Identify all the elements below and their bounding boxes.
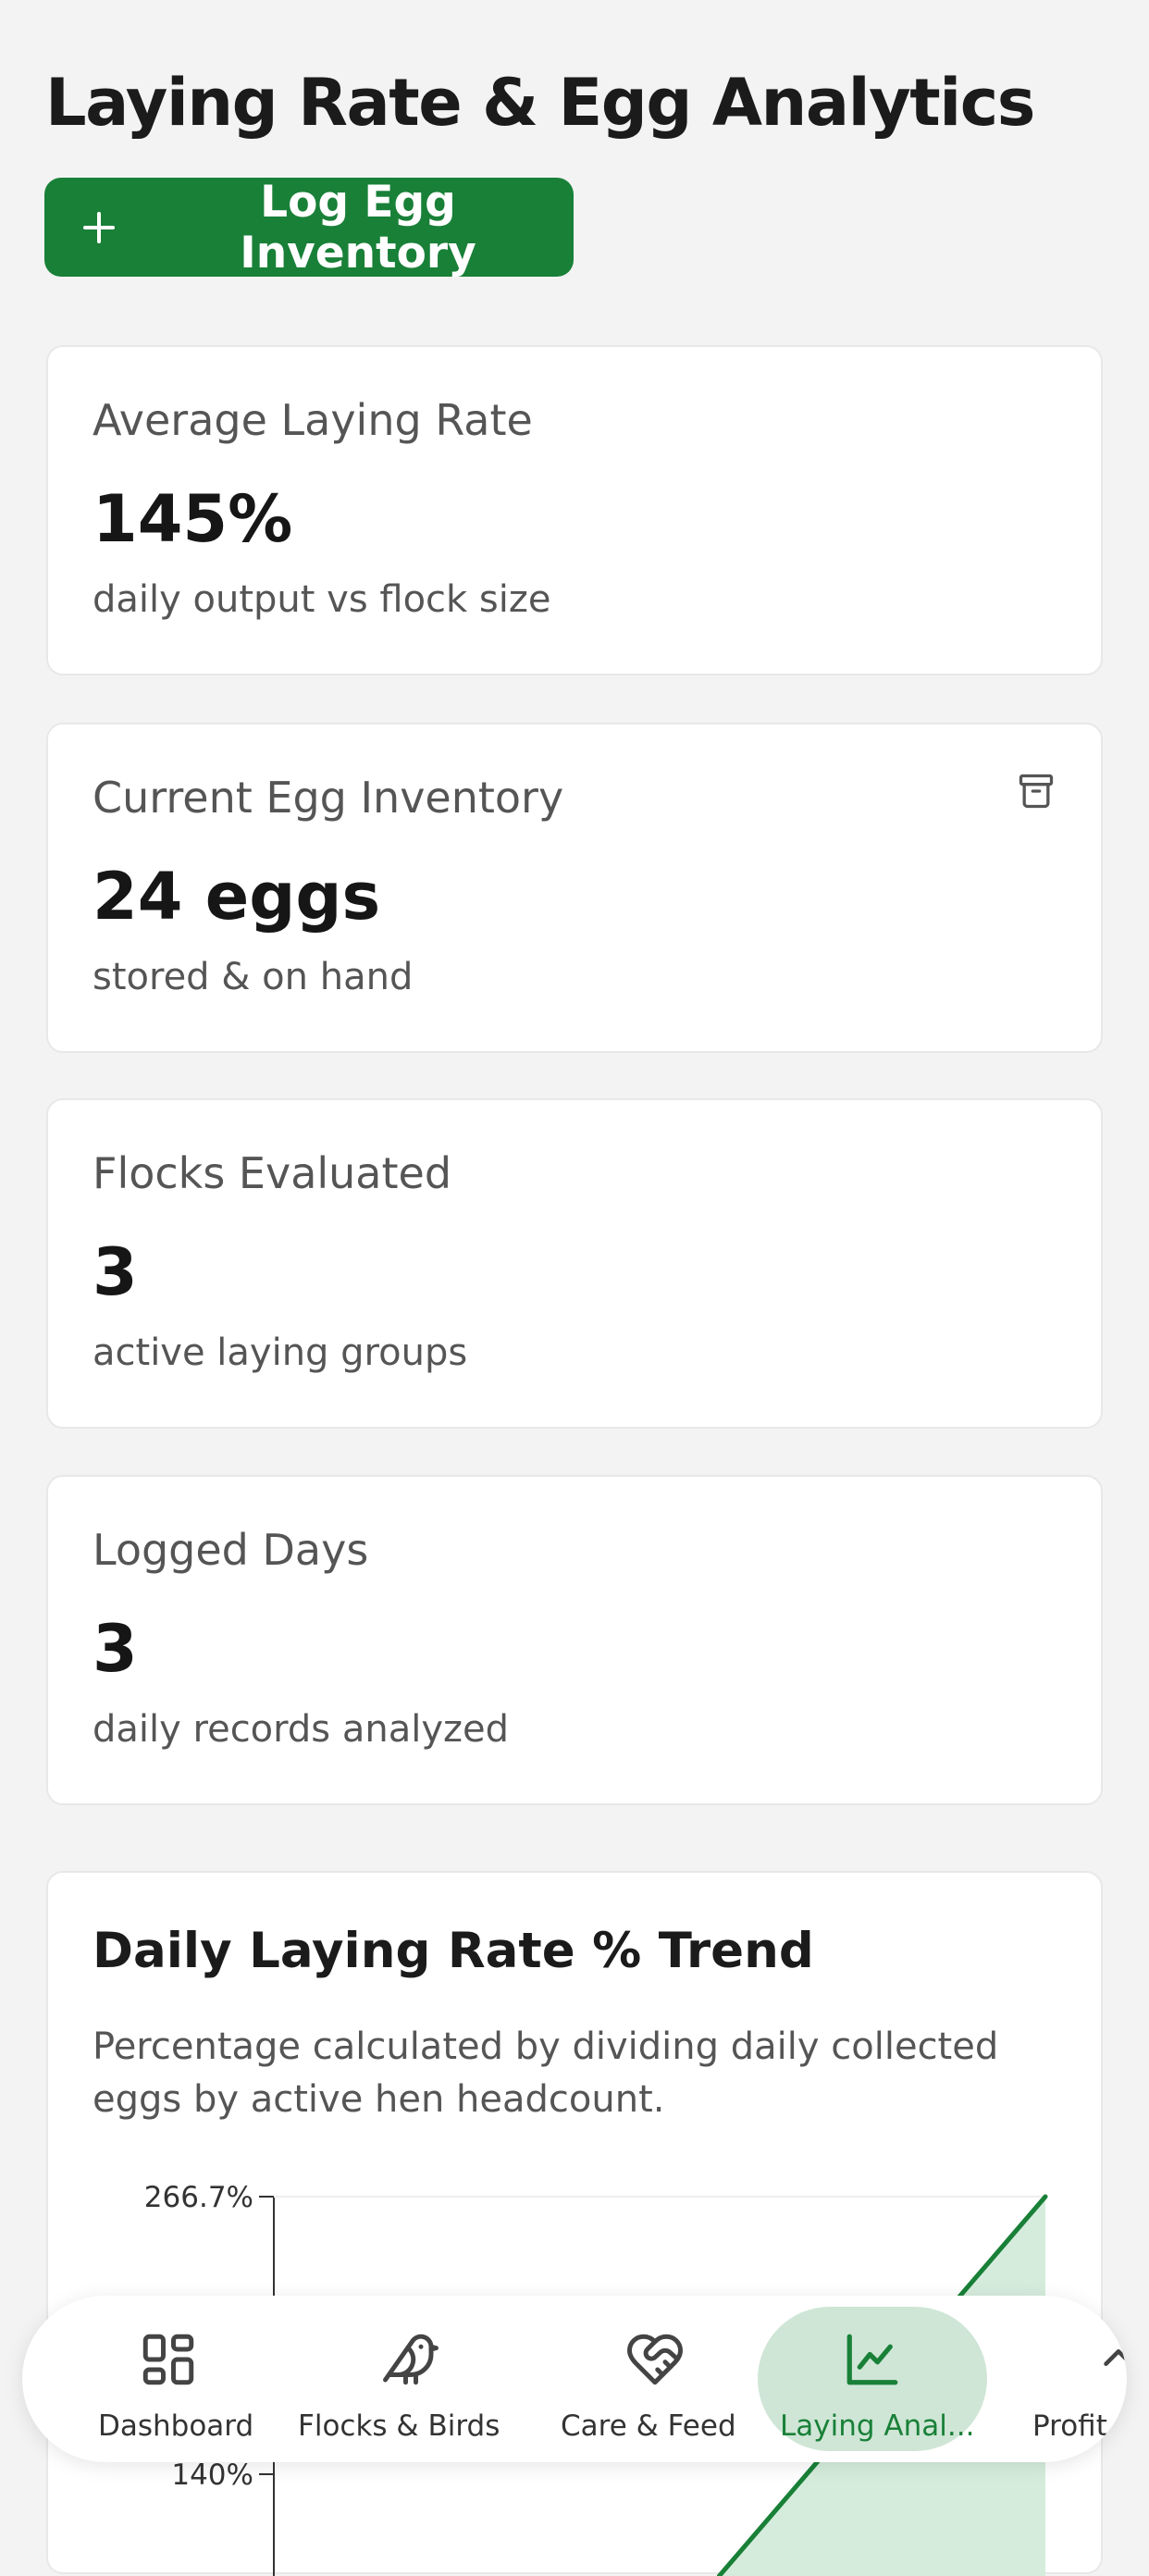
page-title: Laying Rate & Egg Analytics	[45, 65, 1035, 141]
stat-label: Average Laying Rate	[93, 395, 533, 445]
y-tick-label: 266.7%	[144, 2181, 253, 2214]
nav-item-profit[interactable]: Profit	[1003, 2307, 1127, 2451]
stat-subtitle: daily output vs flock size	[93, 578, 551, 621]
nav-item-flocks-birds[interactable]: Flocks & Birds	[287, 2307, 535, 2451]
stat-value: 3	[93, 1611, 138, 1687]
nav-label: Profit	[1032, 2409, 1107, 2443]
current-egg-inventory-card: Current Egg Inventory 24 eggs stored & o…	[46, 723, 1103, 1053]
stat-label: Flocks Evaluated	[93, 1148, 452, 1198]
bird-icon	[383, 2334, 439, 2385]
chevron-up-icon	[1104, 2349, 1127, 2366]
nav-item-dashboard[interactable]: Dashboard	[63, 2307, 274, 2451]
archive-icon	[1019, 774, 1054, 809]
laying-rate-trend-card: Daily Laying Rate % Trend Percentage cal…	[46, 1871, 1103, 2576]
stat-value: 145%	[93, 481, 293, 557]
heart-handshake-icon	[627, 2334, 683, 2385]
stat-label: Current Egg Inventory	[93, 773, 564, 823]
nav-label: Care & Feed	[561, 2409, 736, 2443]
nav-label: Laying Anal...	[780, 2409, 975, 2443]
nav-item-care-feed[interactable]: Care & Feed	[551, 2307, 759, 2451]
line-chart-icon	[846, 2334, 898, 2385]
flocks-evaluated-card: Flocks Evaluated 3 active laying groups	[46, 1098, 1103, 1429]
logged-days-card: Logged Days 3 daily records analyzed	[46, 1475, 1103, 1805]
chart-title: Daily Laying Rate % Trend	[93, 1923, 814, 1979]
stat-label: Logged Days	[93, 1525, 369, 1575]
stat-subtitle: active laying groups	[93, 1331, 468, 1374]
chart-description: Percentage calculated by dividing daily …	[93, 2025, 999, 2121]
stat-value: 3	[93, 1234, 138, 1310]
nav-label: Flocks & Birds	[298, 2409, 500, 2443]
stat-value: 24 eggs	[93, 859, 381, 935]
nav-label: Dashboard	[98, 2409, 254, 2443]
data-point	[1044, 2195, 1047, 2198]
log-egg-inventory-label: Log Egg Inventory	[240, 176, 476, 279]
log-egg-inventory-button[interactable]: Log Egg Inventory	[44, 176, 574, 279]
stat-subtitle: daily records analyzed	[93, 1708, 509, 1751]
average-laying-rate-card: Average Laying Rate 145% daily output vs…	[46, 345, 1103, 675]
dashboard-grid-icon	[142, 2334, 194, 2385]
plus-icon	[83, 211, 115, 243]
bottom-navigation: Dashboard Flocks & Birds Care & Feed Lay…	[22, 2296, 1127, 2462]
nav-item-laying-analytics[interactable]: Laying Anal...	[758, 2307, 987, 2451]
stat-subtitle: stored & on hand	[93, 956, 414, 998]
